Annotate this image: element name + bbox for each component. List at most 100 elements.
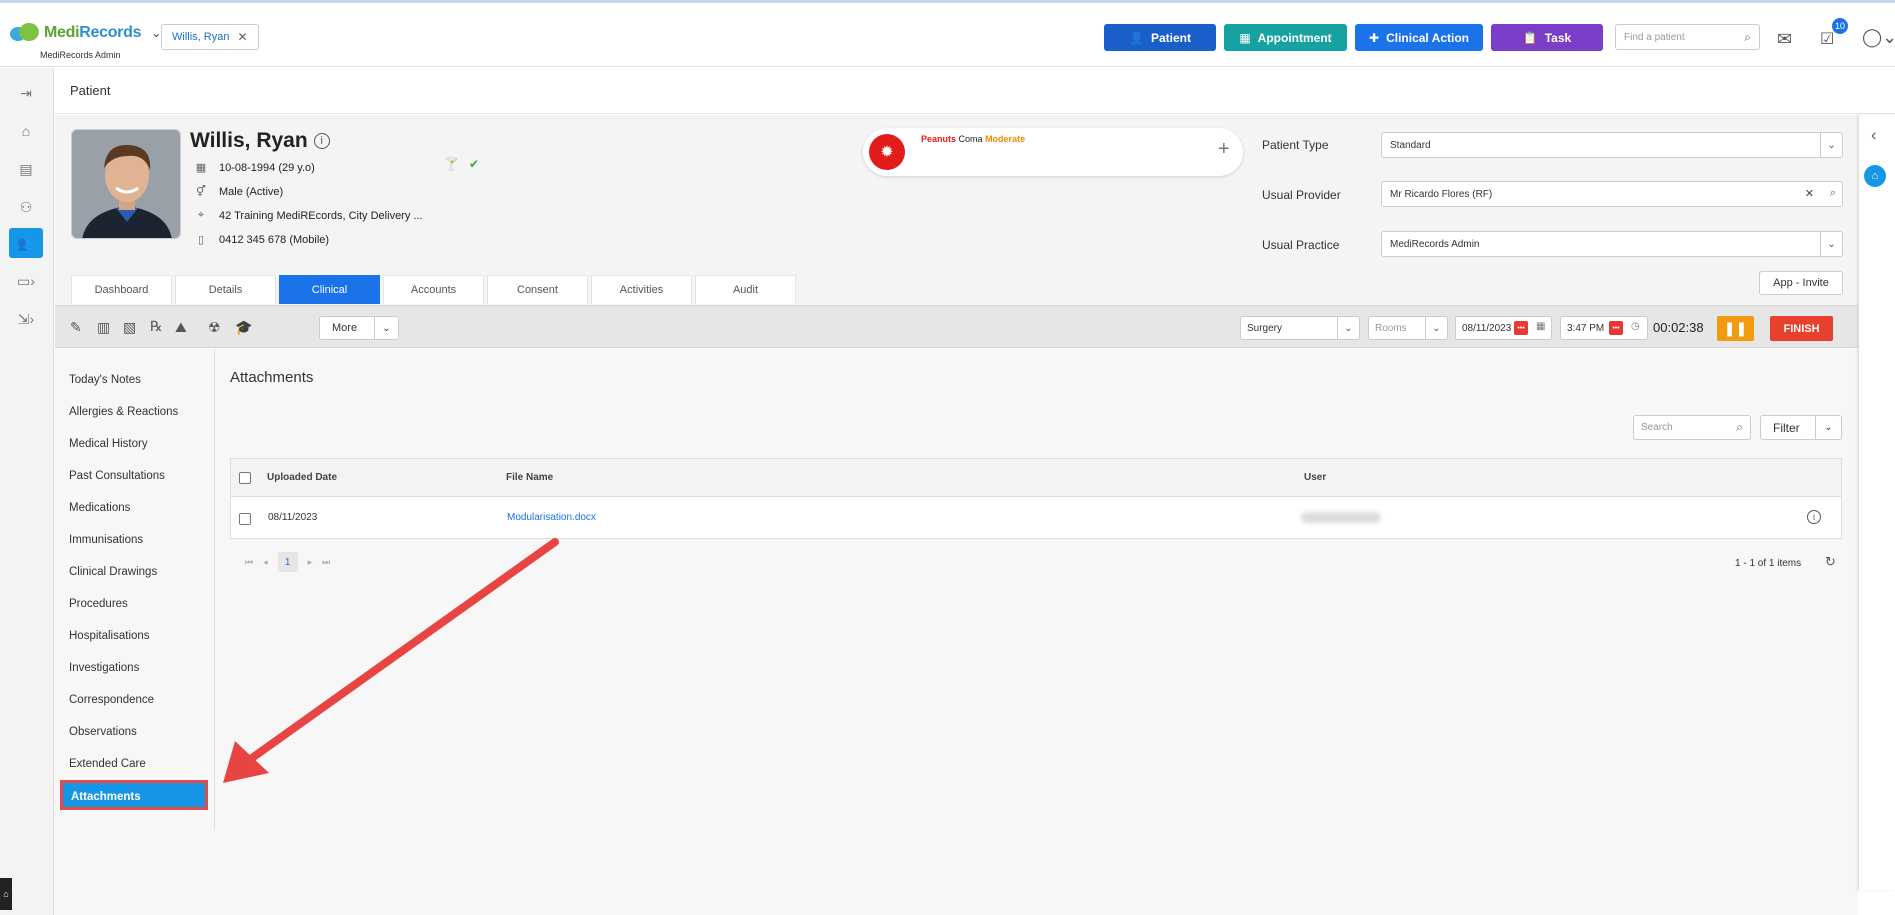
- chevron-down-icon[interactable]: ⌄: [1820, 232, 1842, 256]
- last-page-icon[interactable]: ⏭: [322, 557, 330, 568]
- tab-audit[interactable]: Audit: [695, 275, 796, 304]
- tab-dashboard[interactable]: Dashboard: [71, 275, 172, 304]
- table-header: Uploaded Date File Name User: [231, 459, 1841, 497]
- app-invite-button[interactable]: App - Invite: [1759, 271, 1843, 295]
- user-menu-icon[interactable]: ◯⌄: [1862, 27, 1895, 48]
- folder-export-icon[interactable]: ⇲›: [9, 304, 43, 334]
- usual-practice-select[interactable]: MediRecords Admin ⌄: [1381, 231, 1843, 257]
- education-icon[interactable]: 🎓: [235, 319, 252, 336]
- nav-past-consultations[interactable]: Past Consultations: [69, 470, 165, 482]
- more-button[interactable]: More ⌄: [319, 316, 399, 340]
- home-icon[interactable]: ⌂: [9, 116, 43, 146]
- collapse-panel-icon[interactable]: ‹: [1871, 127, 1876, 145]
- search-icon[interactable]: ⌕: [1830, 187, 1836, 200]
- date-picker-marker-icon: •••: [1514, 321, 1528, 335]
- nav-todays-notes[interactable]: Today's Notes: [69, 374, 141, 386]
- hospital-icon[interactable]: ▥: [97, 319, 110, 336]
- column-uploaded-date[interactable]: Uploaded Date: [267, 472, 337, 483]
- finish-button[interactable]: FINISH: [1770, 316, 1833, 341]
- first-page-icon[interactable]: ⏮: [245, 557, 253, 568]
- search-icon: ⌕: [1744, 29, 1751, 44]
- nav-observations[interactable]: Observations: [69, 726, 137, 738]
- task-button[interactable]: 📋 Task: [1491, 24, 1603, 51]
- rooms-select[interactable]: Rooms ⌄: [1368, 316, 1448, 340]
- clipboard-icon: 📋: [1522, 30, 1538, 45]
- allergy-summary[interactable]: ✹ Peanuts Coma Moderate +: [863, 128, 1243, 176]
- time-input[interactable]: 3:47 PM ••• ◷: [1560, 316, 1648, 340]
- open-patient-tab[interactable]: Willis, Ryan ✕: [161, 24, 259, 50]
- patients-icon[interactable]: 👥: [9, 228, 43, 258]
- nav-allergies-reactions[interactable]: Allergies & Reactions: [69, 406, 178, 418]
- info-icon[interactable]: i: [1807, 510, 1821, 524]
- drawing-icon[interactable]: ⛰: [175, 319, 187, 336]
- nav-medical-history[interactable]: Medical History: [69, 438, 148, 450]
- pause-button[interactable]: ❚❚: [1717, 316, 1754, 341]
- close-icon[interactable]: ✕: [237, 30, 247, 44]
- tag-icon[interactable]: ⌂: [1864, 165, 1886, 187]
- patient-button[interactable]: 👤 Patient: [1104, 24, 1216, 51]
- users-icon[interactable]: ⚇: [9, 192, 43, 222]
- chevron-down-icon[interactable]: ⌄: [151, 26, 161, 40]
- alcohol-flag-icon[interactable]: 🍸: [444, 157, 459, 171]
- chevron-down-icon[interactable]: ⌄: [1425, 317, 1447, 339]
- patient-type-select[interactable]: Standard ⌄: [1381, 132, 1843, 158]
- select-all-checkbox[interactable]: [239, 472, 251, 484]
- clear-icon[interactable]: ✕: [1805, 187, 1814, 200]
- next-page-icon[interactable]: ▸: [308, 557, 313, 568]
- nav-correspondence[interactable]: Correspondence: [69, 694, 154, 706]
- radiation-icon[interactable]: ☢: [208, 319, 221, 336]
- page-title: Patient: [70, 83, 111, 98]
- prev-page-icon[interactable]: ◂: [263, 557, 268, 568]
- usual-provider-input[interactable]: Mr Ricardo Flores (RF) ✕ ⌕: [1381, 181, 1843, 207]
- calendar-icon[interactable]: ▤: [9, 154, 43, 184]
- find-patient-input[interactable]: Find a patient ⌕: [1615, 24, 1760, 50]
- column-file-name[interactable]: File Name: [506, 472, 553, 483]
- allergy-virus-icon: ✹: [869, 134, 905, 170]
- chevron-down-icon[interactable]: ⌄: [1820, 133, 1842, 157]
- document-chart-icon[interactable]: ▧: [123, 319, 136, 336]
- edit-notes-icon[interactable]: ✎: [70, 319, 82, 336]
- app-logo[interactable]: MediRecords ⌄: [10, 23, 161, 43]
- column-user[interactable]: User: [1304, 472, 1326, 483]
- filter-button[interactable]: Filter ⌄: [1760, 415, 1842, 440]
- pager-info: 1 - 1 of 1 items: [1735, 558, 1802, 569]
- date-input[interactable]: 08/11/2023 ••• ▦: [1455, 316, 1552, 340]
- refresh-icon[interactable]: ↻: [1825, 554, 1836, 570]
- feedback-tab[interactable]: ⌂: [0, 878, 12, 910]
- uploaded-date-cell: 08/11/2023: [268, 512, 318, 523]
- tab-clinical[interactable]: Clinical: [279, 275, 380, 304]
- page-number[interactable]: 1: [277, 552, 298, 572]
- allergy-text: Peanuts Coma Moderate: [921, 134, 1026, 144]
- chevron-down-icon[interactable]: ⌄: [374, 317, 398, 339]
- tasks-icon[interactable]: ☑: [1820, 29, 1834, 49]
- attachments-search-input[interactable]: Search ⌕: [1633, 415, 1751, 440]
- tab-details[interactable]: Details: [175, 275, 276, 304]
- nav-attachments[interactable]: Attachments: [60, 780, 208, 810]
- expand-menu-icon[interactable]: ⇥: [9, 78, 43, 108]
- location-select[interactable]: Surgery ⌄: [1240, 316, 1360, 340]
- calendar-icon[interactable]: ▦: [1536, 321, 1545, 332]
- nav-medications[interactable]: Medications: [69, 502, 130, 514]
- info-icon[interactable]: i: [313, 133, 330, 149]
- chevron-down-icon[interactable]: ⌄: [1337, 317, 1359, 339]
- nav-clinical-drawings[interactable]: Clinical Drawings: [69, 566, 157, 578]
- nav-investigations[interactable]: Investigations: [69, 662, 139, 674]
- folder-icon[interactable]: ▭›: [9, 266, 43, 296]
- mail-icon[interactable]: ✉: [1777, 29, 1792, 50]
- nav-extended-care[interactable]: Extended Care: [69, 758, 146, 770]
- tab-activities[interactable]: Activities: [591, 275, 692, 304]
- nav-hospitalisations[interactable]: Hospitalisations: [69, 630, 150, 642]
- appointment-button[interactable]: ▦ Appointment: [1224, 24, 1347, 51]
- file-name-link[interactable]: Modularisation.docx: [507, 512, 596, 523]
- prescription-icon[interactable]: ℞: [150, 319, 163, 335]
- tab-accounts[interactable]: Accounts: [383, 275, 484, 304]
- clock-icon[interactable]: ◷: [1631, 321, 1640, 332]
- add-allergy-icon[interactable]: +: [1218, 138, 1230, 161]
- tab-consent[interactable]: Consent: [487, 275, 588, 304]
- smoking-flag-icon[interactable]: ✔: [469, 157, 479, 171]
- chevron-down-icon[interactable]: ⌄: [1815, 416, 1841, 439]
- nav-immunisations[interactable]: Immunisations: [69, 534, 143, 546]
- row-checkbox[interactable]: [239, 513, 251, 525]
- nav-procedures[interactable]: Procedures: [69, 598, 128, 610]
- clinical-action-button[interactable]: ✚ Clinical Action: [1355, 24, 1483, 51]
